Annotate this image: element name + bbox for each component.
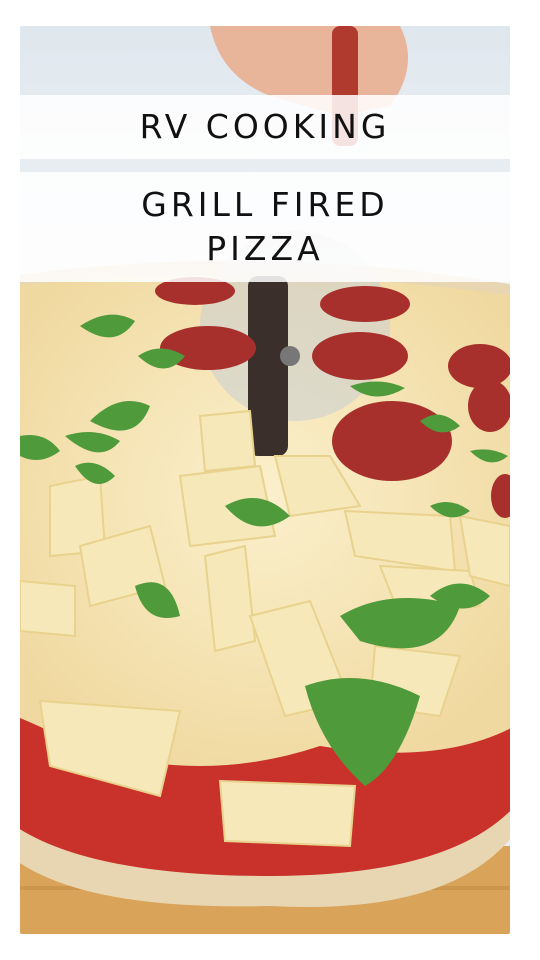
heading-banner: RV COOKING: [20, 95, 510, 159]
title-line-1: GRILL FIRED: [141, 185, 389, 224]
title-banner: GRILL FIRED PIZZA: [20, 172, 510, 282]
title-line-2: PIZZA: [206, 229, 324, 268]
heading-text: RV COOKING: [139, 107, 391, 146]
pizza-photo-art: [20, 26, 510, 934]
pizza-photo: [20, 26, 510, 934]
